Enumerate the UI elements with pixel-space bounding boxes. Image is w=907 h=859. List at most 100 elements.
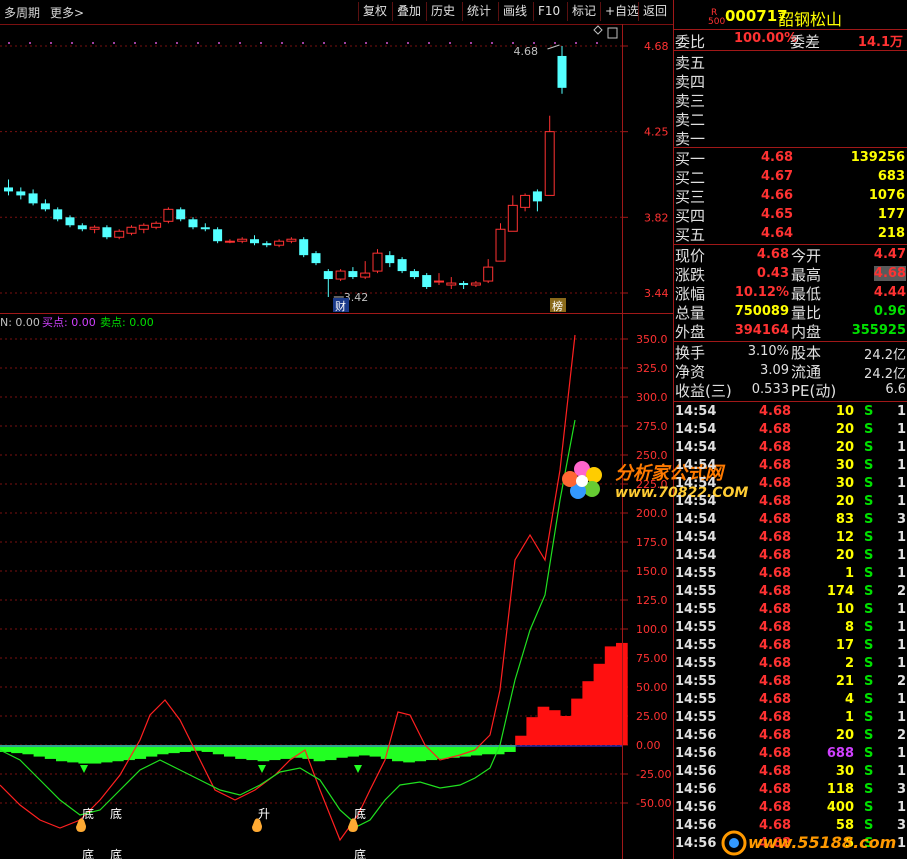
stat-label: 今开	[791, 247, 822, 265]
stat-value: 4.68	[756, 247, 789, 262]
histogram-bar	[593, 663, 606, 745]
candle-body	[262, 243, 272, 246]
tick-row: 14:56 4.68 30 S 1	[674, 763, 907, 781]
top-dot	[281, 42, 283, 44]
tick-time: 14:55	[675, 566, 717, 581]
tick-volume: 17	[835, 638, 854, 653]
tick-count: 1	[896, 530, 906, 545]
indicator-axis-label: 150.0	[636, 565, 668, 578]
tick-price: 4.68	[759, 476, 792, 491]
fin-label: 股本	[791, 344, 822, 362]
histogram-bar	[571, 698, 583, 745]
candle-body	[151, 222, 162, 228]
top-dot	[344, 42, 346, 44]
tick-side: S	[864, 458, 874, 473]
indicator-axis-label: -25.00	[636, 768, 671, 781]
tick-volume: 688	[826, 746, 854, 761]
tick-count: 1	[896, 440, 906, 455]
candle-body	[213, 229, 223, 242]
candle-body	[102, 227, 112, 238]
diamond-icon[interactable]	[593, 25, 603, 35]
tick-count: 1	[896, 548, 906, 563]
tick-volume: 118	[826, 782, 854, 797]
chart-area[interactable]: 4.684.253.823.444.683.42财 榜N: 0.00 买点: 0.0…	[0, 0, 673, 859]
tick-side: S	[864, 674, 874, 689]
tick-side: S	[864, 494, 874, 509]
candle-body	[372, 252, 383, 272]
candle-body	[89, 226, 100, 230]
histogram-bar	[100, 745, 113, 763]
stat-row: 现价 4.68 今开 4.47	[674, 245, 907, 265]
fin-ticks-separator	[674, 401, 907, 402]
stat-value: 10.12%	[734, 285, 789, 300]
signal-marker-text: 底	[82, 806, 94, 821]
top-dot	[554, 42, 556, 44]
tick-count: 1	[896, 476, 906, 491]
stat-value: 750089	[734, 304, 789, 319]
histogram-bar	[302, 745, 315, 759]
candle-body	[299, 239, 309, 256]
tick-volume: 20	[835, 422, 854, 437]
tick-side: S	[864, 800, 874, 815]
stat-value: 394164	[734, 323, 789, 338]
tick-price: 4.68	[759, 656, 792, 671]
ask-level-label: 卖五	[675, 54, 706, 72]
stock-badge-500: 500	[708, 17, 726, 27]
tick-row: 14:54 4.68 12 S 1	[674, 529, 907, 547]
histogram-bar	[78, 745, 91, 764]
histogram-bar	[560, 716, 572, 745]
histogram-bar	[44, 745, 57, 759]
high-price-arrow	[547, 44, 560, 50]
fin-value: 6.6	[885, 382, 906, 397]
ask-level-label: 卖三	[675, 92, 706, 110]
candle-body	[65, 217, 75, 226]
bid-level-label: 买四	[675, 207, 706, 225]
bid-price: 4.66	[761, 188, 794, 203]
tick-row: 14:55 4.68 2 S 1	[674, 655, 907, 673]
candle-body	[409, 271, 419, 278]
histogram-bar	[145, 745, 158, 757]
candle-body	[360, 272, 371, 278]
candle-body	[385, 255, 395, 264]
window-icon[interactable]	[607, 27, 618, 39]
candle-body	[311, 253, 321, 264]
axis-divider	[622, 24, 623, 859]
tick-row: 14:55 4.68 8 S 1	[674, 619, 907, 637]
candle-body	[397, 259, 407, 272]
histogram-bar	[324, 745, 337, 761]
tick-volume: 400	[826, 800, 854, 815]
tick-side: S	[864, 728, 874, 743]
tick-count: 1	[896, 800, 906, 815]
tick-price: 4.68	[759, 530, 792, 545]
stat-value: 4.44	[873, 285, 906, 300]
tick-price: 4.68	[759, 800, 792, 815]
stat-value: 4.68	[873, 266, 906, 281]
bid-price: 4.64	[761, 226, 794, 241]
pane-divider	[0, 313, 673, 314]
tick-side: S	[864, 422, 874, 437]
tick-time: 14:56	[675, 746, 717, 761]
price-axis-label: 4.25	[644, 126, 669, 139]
candle-body	[237, 238, 248, 242]
candle-body	[286, 238, 297, 242]
tick-row: 14:55 4.68 17 S 1	[674, 637, 907, 655]
indicator-axis-label: 350.0	[636, 333, 668, 346]
histogram-bar	[246, 745, 259, 761]
stat-label: 最低	[791, 285, 822, 303]
tick-time: 14:54	[675, 404, 717, 419]
tick-price: 4.68	[759, 746, 792, 761]
tick-count: 2	[896, 674, 906, 689]
price-axis-label: 3.82	[644, 211, 669, 224]
tick-time: 14:54	[675, 530, 717, 545]
candle-body	[434, 280, 444, 283]
indicator-red-line	[0, 334, 576, 842]
price-axis-label: 3.44	[644, 287, 669, 300]
tick-side: S	[864, 512, 874, 527]
tick-time: 14:56	[675, 800, 717, 815]
tick-time: 14:55	[675, 584, 717, 599]
fin-row: 收益(三) 0.533 PE(动) 6.6	[674, 380, 907, 400]
tick-volume: 1	[844, 710, 854, 725]
stat-label: 量比	[791, 304, 822, 322]
histogram-bar	[33, 745, 46, 757]
tick-time: 14:55	[675, 710, 717, 725]
